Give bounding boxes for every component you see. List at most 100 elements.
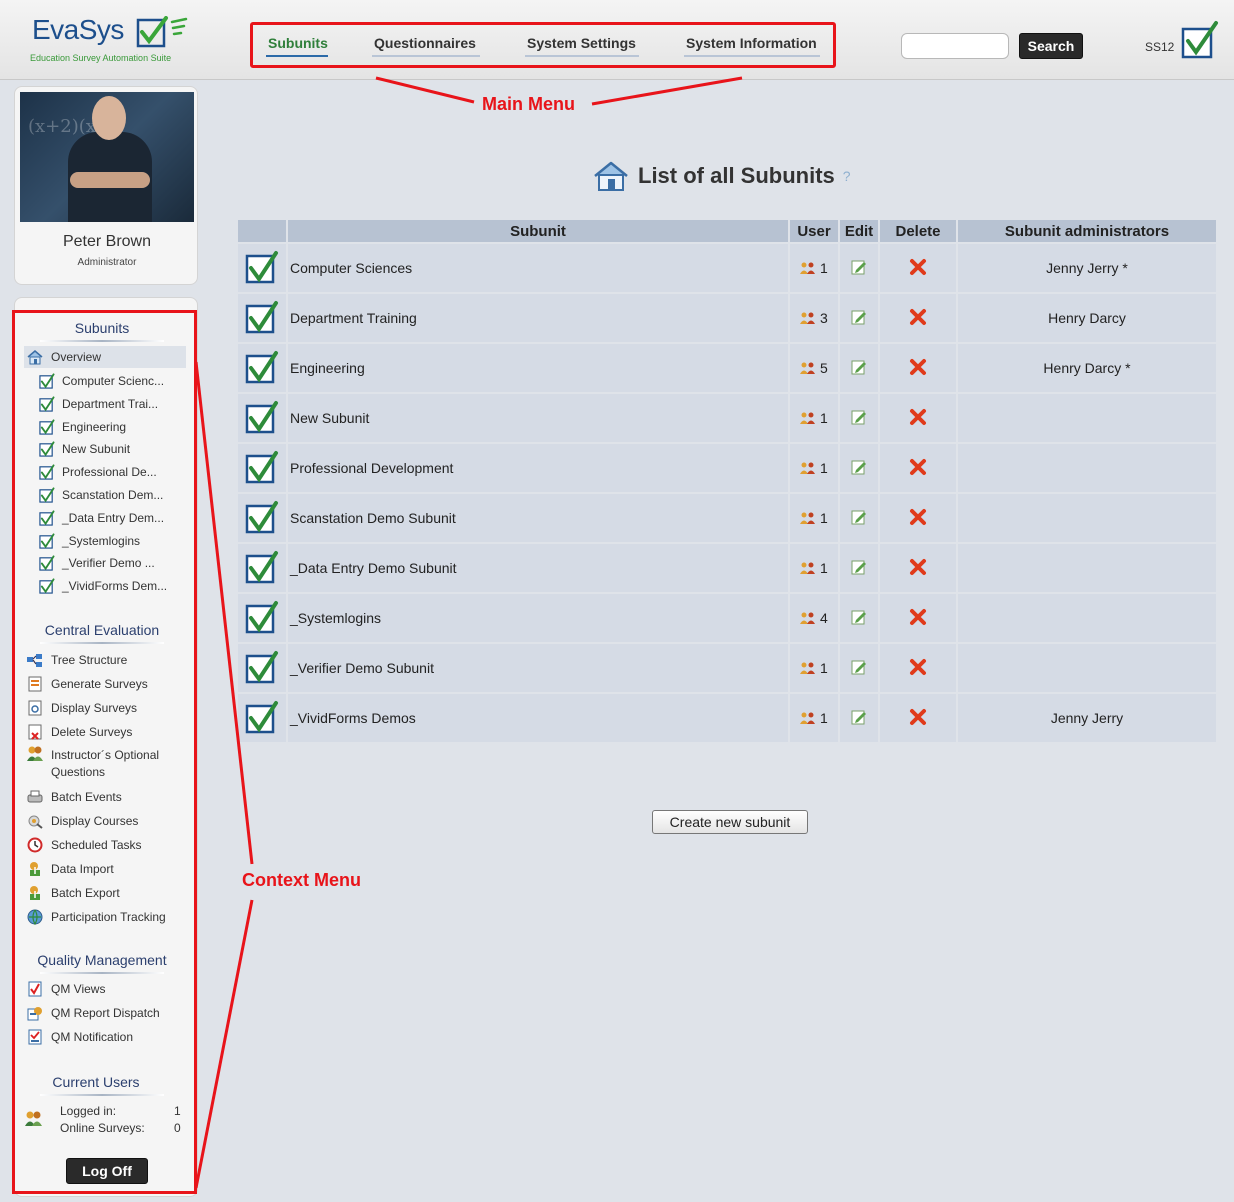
edit-cell[interactable] bbox=[840, 244, 878, 292]
menu-subunits[interactable]: Subunits bbox=[268, 35, 328, 51]
subunit-name-link[interactable]: Engineering bbox=[288, 344, 788, 392]
subunit-name-link[interactable]: _Systemlogins bbox=[288, 594, 788, 642]
edit-cell[interactable] bbox=[840, 494, 878, 542]
edit-cell[interactable] bbox=[840, 644, 878, 692]
delete-cell[interactable] bbox=[880, 594, 956, 642]
subunit-name-link[interactable]: Scanstation Demo Subunit bbox=[288, 494, 788, 542]
edit-cell[interactable] bbox=[840, 394, 878, 442]
menu-underline bbox=[684, 55, 820, 57]
delete-cell[interactable] bbox=[880, 444, 956, 492]
table-row: _VividForms Demos 1 Jenny Jerry bbox=[238, 694, 1216, 742]
row-status-cell bbox=[238, 644, 286, 692]
row-status-cell bbox=[238, 244, 286, 292]
table-row: _Data Entry Demo Subunit 1 bbox=[238, 544, 1216, 592]
column-header-edit: Edit bbox=[840, 220, 878, 242]
edit-icon[interactable] bbox=[851, 609, 867, 625]
edit-icon[interactable] bbox=[851, 509, 867, 525]
delete-icon[interactable] bbox=[909, 408, 927, 426]
edit-icon[interactable] bbox=[851, 709, 867, 725]
delete-icon[interactable] bbox=[909, 308, 927, 326]
edit-cell[interactable] bbox=[840, 344, 878, 392]
edit-icon[interactable] bbox=[851, 309, 867, 325]
edit-cell[interactable] bbox=[840, 544, 878, 592]
search-button[interactable]: Search bbox=[1019, 33, 1083, 59]
delete-cell[interactable] bbox=[880, 494, 956, 542]
edit-icon[interactable] bbox=[851, 459, 867, 475]
delete-icon[interactable] bbox=[909, 708, 927, 726]
delete-cell[interactable] bbox=[880, 394, 956, 442]
table-row: _Systemlogins 4 bbox=[238, 594, 1216, 642]
user-count-cell[interactable]: 1 bbox=[790, 394, 838, 442]
edit-icon[interactable] bbox=[851, 259, 867, 275]
edit-cell[interactable] bbox=[840, 594, 878, 642]
delete-icon[interactable] bbox=[909, 608, 927, 626]
checkmark-icon bbox=[245, 550, 278, 583]
subunit-admins-cell bbox=[958, 644, 1216, 692]
row-status-cell bbox=[238, 694, 286, 742]
semester-check-icon[interactable] bbox=[1180, 20, 1222, 62]
edit-icon[interactable] bbox=[851, 559, 867, 575]
user-count-cell[interactable]: 1 bbox=[790, 244, 838, 292]
delete-cell[interactable] bbox=[880, 544, 956, 592]
delete-icon[interactable] bbox=[909, 358, 927, 376]
delete-cell[interactable] bbox=[880, 244, 956, 292]
semester-label[interactable]: SS12 bbox=[1145, 40, 1174, 54]
edit-icon[interactable] bbox=[851, 359, 867, 375]
users-icon bbox=[800, 562, 816, 574]
delete-icon[interactable] bbox=[909, 458, 927, 476]
profile-name: Peter Brown bbox=[62, 233, 152, 250]
subunit-name-link[interactable]: _Verifier Demo Subunit bbox=[288, 644, 788, 692]
delete-icon[interactable] bbox=[909, 558, 927, 576]
create-subunit-button[interactable]: Create new subunit bbox=[652, 810, 808, 834]
subunit-name-link[interactable]: _Data Entry Demo Subunit bbox=[288, 544, 788, 592]
users-icon bbox=[800, 512, 816, 524]
delete-icon[interactable] bbox=[909, 258, 927, 276]
profile-role: Administrator bbox=[77, 257, 137, 268]
subunit-admins-cell bbox=[958, 394, 1216, 442]
user-count-cell[interactable]: 1 bbox=[790, 444, 838, 492]
edit-icon[interactable] bbox=[851, 659, 867, 675]
delete-cell[interactable] bbox=[880, 694, 956, 742]
edit-cell[interactable] bbox=[840, 694, 878, 742]
edit-icon[interactable] bbox=[851, 409, 867, 425]
edit-cell[interactable] bbox=[840, 444, 878, 492]
search-input[interactable] bbox=[901, 33, 1009, 59]
delete-cell[interactable] bbox=[880, 344, 956, 392]
context-menu-annotation: Context Menu bbox=[242, 870, 361, 890]
subunit-name-link[interactable]: Computer Sciences bbox=[288, 244, 788, 292]
edit-cell[interactable] bbox=[840, 294, 878, 342]
checkmark-icon bbox=[245, 400, 278, 433]
menu-system-settings[interactable]: System Settings bbox=[527, 35, 636, 51]
column-header-delete: Delete bbox=[880, 220, 956, 242]
delete-icon[interactable] bbox=[909, 658, 927, 676]
menu-underline bbox=[372, 55, 480, 57]
delete-cell[interactable] bbox=[880, 644, 956, 692]
subunit-name-link[interactable]: Department Training bbox=[288, 294, 788, 342]
user-count-cell[interactable]: 1 bbox=[790, 494, 838, 542]
user-count-cell[interactable]: 5 bbox=[790, 344, 838, 392]
menu-system-information[interactable]: System Information bbox=[686, 35, 817, 51]
users-icon bbox=[800, 312, 816, 324]
profile-photo: (x+2)(x-2) bbox=[20, 92, 194, 222]
table-row: Professional Development 1 bbox=[238, 444, 1216, 492]
user-count-cell[interactable]: 3 bbox=[790, 294, 838, 342]
user-count-cell[interactable]: 1 bbox=[790, 694, 838, 742]
user-count-cell[interactable]: 1 bbox=[790, 644, 838, 692]
evasys-logo[interactable]: EvaSys Education Survey Automation Suite bbox=[28, 14, 198, 70]
subunit-name-link[interactable]: _VividForms Demos bbox=[288, 694, 788, 742]
subunit-admins-cell bbox=[958, 444, 1216, 492]
column-header-subunit[interactable]: Subunit bbox=[288, 220, 788, 242]
delete-icon[interactable] bbox=[909, 508, 927, 526]
help-icon[interactable]: ? bbox=[843, 168, 851, 184]
subunit-name-link[interactable]: Professional Development bbox=[288, 444, 788, 492]
column-header-user: User bbox=[790, 220, 838, 242]
delete-cell[interactable] bbox=[880, 294, 956, 342]
menu-questionnaires[interactable]: Questionnaires bbox=[374, 35, 476, 51]
user-count-cell[interactable]: 4 bbox=[790, 594, 838, 642]
user-count: 5 bbox=[820, 360, 828, 376]
users-icon bbox=[800, 262, 816, 274]
user-count-cell[interactable]: 1 bbox=[790, 544, 838, 592]
row-status-cell bbox=[238, 444, 286, 492]
subunit-name-link[interactable]: New Subunit bbox=[288, 394, 788, 442]
subunit-admins-cell: Henry Darcy * bbox=[958, 344, 1216, 392]
